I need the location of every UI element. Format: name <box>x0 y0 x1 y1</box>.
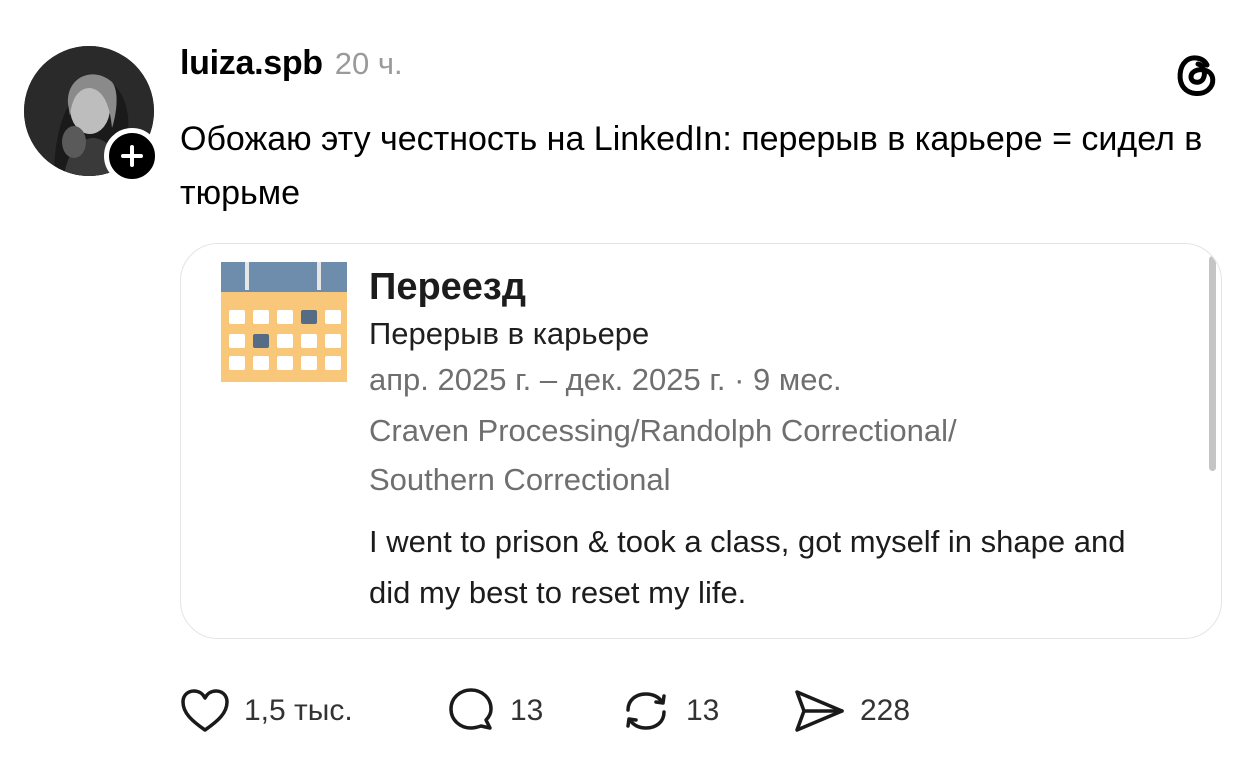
card-dates: апр. 2025 г. – дек. 2025 г. · 9 мес. <box>369 362 842 397</box>
heart-icon <box>181 689 229 732</box>
username[interactable]: luiza.spb <box>180 44 323 83</box>
card-location: Craven Processing/Randolph Correctional/… <box>369 406 1149 504</box>
post-header: luiza.spb 20 ч. <box>180 44 403 84</box>
share-button[interactable]: 228 <box>792 686 910 736</box>
follow-button[interactable] <box>104 128 160 184</box>
card-location-line2: Southern Correctional <box>369 462 671 497</box>
plus-icon <box>121 145 143 167</box>
send-icon <box>795 690 844 732</box>
card-scrollbar[interactable] <box>1209 256 1216 471</box>
like-button[interactable]: 1,5 тыс. <box>180 686 353 736</box>
comment-button[interactable]: 13 <box>446 686 543 736</box>
repost-icon <box>626 692 666 730</box>
post-timestamp: 20 ч. <box>334 46 403 81</box>
comment-bubble-icon <box>449 688 493 730</box>
card-location-line1: Craven Processing/Randolph Correctional/ <box>369 413 957 448</box>
repost-count: 13 <box>686 694 720 727</box>
share-count: 228 <box>860 694 911 727</box>
comment-count: 13 <box>510 694 544 727</box>
card-title: Переезд <box>369 266 526 308</box>
action-bar: 1,5 тыс. 13 13 228 <box>180 686 980 736</box>
repost-button[interactable]: 13 <box>620 686 719 736</box>
calendar-icon <box>221 258 347 387</box>
like-count: 1,5 тыс. <box>244 694 353 727</box>
card-subtitle: Перерыв в карьере <box>369 316 650 351</box>
card-description: I went to prison & took a class, got mys… <box>369 524 1126 610</box>
embedded-image-card[interactable]: Переезд Перерыв в карьере апр. 2025 г. –… <box>180 243 1222 639</box>
post-text: Обожаю эту честность на LinkedIn: переры… <box>180 120 1203 212</box>
threads-logo-icon <box>1170 48 1222 100</box>
author-avatar-container[interactable] <box>24 46 160 186</box>
